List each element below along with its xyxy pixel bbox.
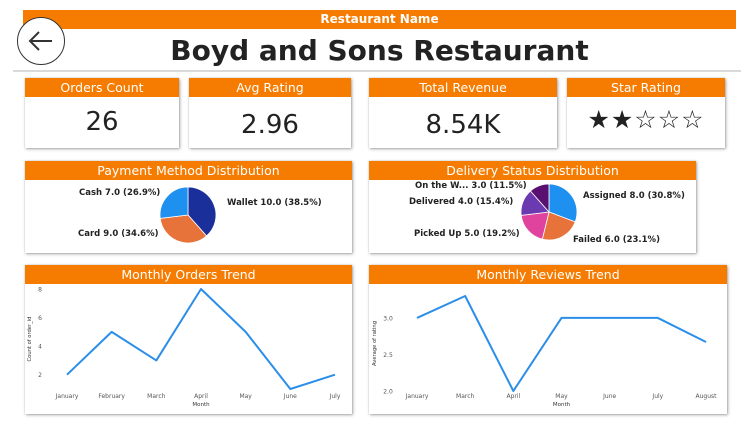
y-tick-label: 6 bbox=[38, 315, 42, 322]
pie-label-cash: Cash 7.0 (26.9%) bbox=[79, 188, 161, 198]
back-button[interactable] bbox=[17, 17, 65, 65]
monthly-orders-card: Monthly Orders Trend 2 4 6 8 Count of order_… bbox=[25, 265, 352, 414]
data-point[interactable] bbox=[288, 387, 293, 392]
x-tick-label: March bbox=[147, 393, 165, 400]
avg-rating-value: 2.96 bbox=[241, 110, 299, 140]
x-tick-label: April bbox=[506, 393, 520, 400]
payment-method-card: Payment Method Distribution Wallet 10.0 … bbox=[25, 161, 352, 253]
data-point[interactable] bbox=[511, 389, 516, 394]
header-label: Restaurant Name bbox=[320, 12, 439, 26]
x-tick-label: July bbox=[329, 393, 341, 400]
x-tick-label: June bbox=[602, 393, 616, 400]
data-point[interactable] bbox=[559, 315, 564, 320]
monthly-reviews-line-chart: 2.0 2.5 3.0 Average of rating January March Ap… bbox=[372, 294, 718, 408]
delivery-status-card: Delivery Status Distribution Assigned 8.… bbox=[369, 161, 696, 253]
pie-label-picked-up: Picked Up 5.0 (19.2%) bbox=[414, 229, 520, 239]
x-tick-label: May bbox=[555, 393, 568, 400]
avg-rating-card: Avg Rating 2.96 bbox=[189, 78, 351, 148]
avg-rating-title: Avg Rating bbox=[189, 78, 351, 97]
data-point[interactable] bbox=[463, 294, 468, 299]
x-tick-label: March bbox=[456, 393, 474, 400]
y-tick-label: 2.0 bbox=[383, 389, 393, 396]
x-tick-label: July bbox=[651, 393, 663, 400]
orders-count-card: Orders Count 26 bbox=[25, 78, 179, 148]
data-point[interactable] bbox=[65, 372, 70, 377]
data-point[interactable] bbox=[415, 315, 420, 320]
star-empty-icon: ☆ bbox=[657, 105, 682, 134]
monthly-orders-title: Monthly Orders Trend bbox=[25, 265, 352, 284]
payment-pie-chart bbox=[159, 186, 217, 244]
y-tick-label: 3.0 bbox=[383, 315, 393, 322]
star-rating: ★★☆☆☆ bbox=[567, 97, 725, 143]
star-filled-icon: ★ bbox=[587, 105, 611, 134]
y-tick-label: 4 bbox=[38, 344, 42, 351]
data-point[interactable] bbox=[655, 315, 660, 320]
pie-label-failed: Failed 6.0 (23.1%) bbox=[573, 235, 660, 245]
monthly-orders-line-chart: 2 4 6 8 Count of order_id January February Marc… bbox=[27, 287, 341, 409]
header-divider bbox=[13, 70, 741, 72]
x-axis-title: Month bbox=[553, 402, 571, 408]
star-empty-icon: ☆ bbox=[681, 105, 705, 134]
x-tick-label: June bbox=[283, 393, 297, 400]
page-title: Boyd and Sons Restaurant bbox=[170, 34, 589, 67]
data-point[interactable] bbox=[333, 372, 338, 377]
y-tick-label: 8 bbox=[38, 287, 42, 294]
data-point[interactable] bbox=[199, 287, 204, 292]
x-tick-label: May bbox=[239, 393, 252, 400]
monthly-reviews-card: Monthly Reviews Trend 2.0 2.5 3.0 Average o… bbox=[369, 265, 727, 414]
total-revenue-card: Total Revenue 8.54K bbox=[369, 78, 557, 148]
x-tick-label: January bbox=[405, 393, 429, 400]
pie-label-delivered: Delivered 4.0 (15.4%) bbox=[409, 197, 514, 207]
data-point[interactable] bbox=[109, 329, 114, 334]
pie-label-assigned: Assigned 8.0 (30.8%) bbox=[583, 191, 685, 201]
orders-count-value: 26 bbox=[85, 107, 119, 137]
pie-label-card: Card 9.0 (34.6%) bbox=[78, 229, 159, 239]
pie-slice-cash[interactable] bbox=[159, 186, 189, 219]
pie-label-wallet: Wallet 10.0 (38.5%) bbox=[227, 198, 322, 208]
arrow-left-icon bbox=[28, 31, 52, 51]
monthly-reviews-title: Monthly Reviews Trend bbox=[369, 265, 727, 284]
x-tick-label: August bbox=[696, 393, 718, 400]
y-axis-title: Count of order_id bbox=[27, 317, 33, 362]
star-empty-icon: ☆ bbox=[634, 105, 658, 134]
total-revenue-value: 8.54K bbox=[425, 110, 501, 140]
x-tick-label: February bbox=[98, 393, 125, 400]
data-point[interactable] bbox=[154, 358, 159, 363]
data-point[interactable] bbox=[704, 340, 709, 345]
y-axis-title: Average of rating bbox=[372, 321, 378, 366]
x-tick-label: April bbox=[194, 393, 208, 400]
data-point[interactable] bbox=[243, 329, 248, 334]
x-axis-title: Month bbox=[192, 402, 210, 408]
x-tick-label: January bbox=[55, 393, 79, 400]
data-point[interactable] bbox=[607, 315, 612, 320]
payment-method-title: Payment Method Distribution bbox=[25, 161, 352, 180]
star-rating-title: Star Rating bbox=[567, 78, 725, 97]
y-tick-label: 2.5 bbox=[383, 352, 393, 359]
star-rating-card: Star Rating ★★☆☆☆ bbox=[567, 78, 725, 148]
series-line[interactable] bbox=[416, 295, 707, 392]
orders-count-title: Orders Count bbox=[25, 78, 179, 97]
total-revenue-title: Total Revenue bbox=[369, 78, 557, 97]
series-line[interactable] bbox=[66, 288, 336, 390]
y-tick-label: 2 bbox=[38, 372, 42, 379]
star-filled-icon: ★ bbox=[610, 105, 635, 134]
header-banner: Restaurant Name bbox=[23, 10, 736, 29]
delivery-status-title: Delivery Status Distribution bbox=[369, 161, 696, 180]
pie-label-on-the-way: On the W... 3.0 (11.5%) bbox=[415, 181, 527, 191]
